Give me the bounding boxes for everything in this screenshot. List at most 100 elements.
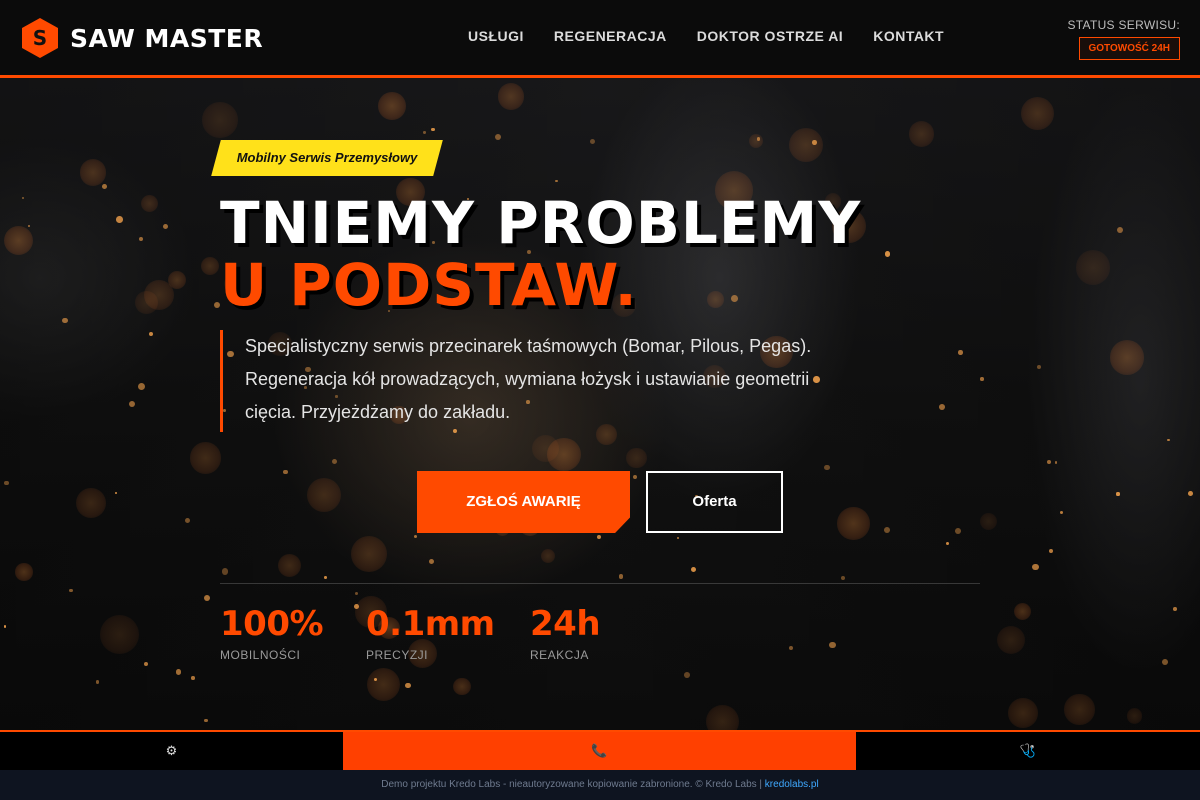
bokeh-spark: [200, 257, 219, 275]
service-status: STATUS SERWISU: GOTOWOŚĆ 24H: [1067, 18, 1180, 60]
hero-title-line1: TNIEMY PROBLEMY: [220, 189, 862, 257]
stat-precision: 0.1mm PRECYZJI: [366, 604, 495, 662]
bokeh-spark: [690, 566, 696, 572]
bokeh-spark: [1116, 226, 1123, 233]
bokeh-spark: [175, 669, 181, 675]
bokeh-spark: [955, 528, 961, 534]
bokeh-spark: [62, 317, 68, 324]
footer-text: Demo projektu Kredo Labs - nieautoryzowa…: [381, 779, 765, 790]
bokeh-spark: [1075, 249, 1111, 285]
bokeh-spark: [1054, 461, 1058, 464]
bokeh-spark: [283, 469, 288, 475]
bokeh-spark: [1172, 607, 1177, 612]
bokeh-spark: [1021, 96, 1055, 130]
bottom-diagnose-button[interactable]: 🩺: [856, 732, 1200, 770]
bokeh-spark: [95, 680, 100, 684]
bokeh-spark: [373, 677, 378, 681]
bokeh-spark: [1036, 364, 1041, 370]
main-nav: USŁUGI REGENERACJA DOKTOR OSTRZE AI KONT…: [468, 28, 974, 44]
offer-button[interactable]: Oferta: [646, 471, 783, 533]
bokeh-spark: [204, 718, 208, 723]
bokeh-spark: [1161, 658, 1168, 665]
status-badge: GOTOWOŚĆ 24H: [1078, 37, 1180, 60]
bokeh-spark: [21, 196, 24, 199]
bokeh-spark: [531, 435, 559, 463]
site-header: S SAW MASTER USŁUGI REGENERACJA DOKTOR O…: [0, 0, 1200, 78]
bokeh-spark: [4, 480, 9, 486]
site-footer: Demo projektu Kredo Labs - nieautoryzowa…: [0, 770, 1200, 800]
nav-item-regeneracja[interactable]: REGENERACJA: [554, 28, 667, 44]
nav-item-kontakt[interactable]: KONTAKT: [873, 28, 944, 44]
bokeh-spark: [1116, 492, 1120, 496]
report-failure-button[interactable]: ZGŁOŚ AWARIĘ: [417, 471, 630, 533]
bokeh-spark: [79, 159, 107, 186]
stat-label: MOBILNOŚCI: [220, 648, 301, 662]
bokeh-spark: [626, 448, 647, 469]
stats-divider: [220, 583, 980, 584]
bokeh-spark: [128, 400, 135, 407]
bokeh-spark: [555, 179, 558, 183]
logo-letter: S: [33, 26, 47, 50]
footer-link[interactable]: kredolabs.pl: [765, 779, 819, 790]
bokeh-spark: [705, 705, 739, 730]
bokeh-spark: [829, 641, 836, 649]
bokeh-spark: [69, 588, 73, 593]
bokeh-spark: [938, 404, 945, 411]
gear-icon: ⚙: [165, 743, 178, 759]
bokeh-spark: [278, 554, 302, 578]
hero-title-line2: U PODSTAW.: [220, 251, 638, 319]
bokeh-spark: [331, 458, 338, 465]
bokeh-spark: [141, 194, 159, 212]
brand-logo[interactable]: S SAW MASTER: [20, 17, 263, 59]
bokeh-spark: [958, 350, 963, 355]
bokeh-spark: [841, 575, 846, 580]
bokeh-spark: [996, 626, 1025, 655]
bokeh-spark: [497, 83, 525, 110]
bottom-call-button[interactable]: 📞: [343, 732, 856, 770]
logo-hexagon-icon: S: [20, 17, 60, 59]
bokeh-spark: [423, 131, 426, 134]
bokeh-spark: [540, 549, 555, 564]
nav-item-uslugi[interactable]: USŁUGI: [468, 28, 524, 44]
bokeh-spark: [788, 127, 824, 163]
stat-value: 24h: [530, 604, 601, 644]
bokeh-spark: [823, 464, 830, 471]
nav-item-doktor-ostrze-ai[interactable]: DOKTOR OSTRZE AI: [697, 28, 843, 44]
bokeh-spark: [812, 139, 817, 145]
bokeh-spark: [15, 563, 33, 581]
bokeh-spark: [350, 535, 387, 572]
bokeh-spark: [377, 92, 406, 120]
bokeh-spark: [115, 491, 118, 494]
bokeh-spark: [1126, 708, 1143, 724]
bokeh-spark: [837, 507, 870, 540]
status-label: STATUS SERWISU:: [1067, 18, 1180, 32]
bottom-settings-button[interactable]: ⚙: [0, 732, 343, 770]
stat-label: REAKCJA: [530, 648, 589, 662]
bokeh-spark: [908, 121, 935, 148]
hero-tag: Mobilny Serwis Przemysłowy: [211, 140, 443, 176]
stat-reaction: 24h REAKCJA: [530, 604, 601, 662]
bokeh-spark: [884, 251, 891, 257]
bokeh-spark: [453, 677, 471, 696]
bottom-action-bar: ⚙ 📞 🩺: [0, 730, 1200, 770]
stat-value: 100%: [220, 604, 324, 644]
hero-lead: Specjalistyczny serwis przecinarek taśmo…: [220, 330, 820, 432]
bokeh-spark: [1008, 698, 1039, 728]
bokeh-spark: [589, 138, 595, 144]
stat-value: 0.1mm: [366, 604, 495, 644]
bokeh-spark: [1167, 438, 1170, 442]
bokeh-spark: [748, 134, 763, 149]
bokeh-spark: [684, 671, 690, 678]
stethoscope-icon: 🩺: [1019, 743, 1037, 759]
bokeh-spark: [115, 215, 123, 223]
stat-mobility: 100% MOBILNOŚCI: [220, 604, 324, 662]
bokeh-spark: [191, 676, 195, 680]
bokeh-spark: [75, 487, 106, 518]
bokeh-spark: [366, 667, 400, 702]
hero-title: TNIEMY PROBLEMY U PODSTAW.: [220, 192, 861, 316]
bokeh-spark: [494, 133, 501, 140]
bokeh-spark: [1187, 490, 1193, 496]
bokeh-spark: [189, 442, 222, 474]
bokeh-spark: [202, 102, 238, 138]
bokeh-spark: [980, 377, 984, 381]
